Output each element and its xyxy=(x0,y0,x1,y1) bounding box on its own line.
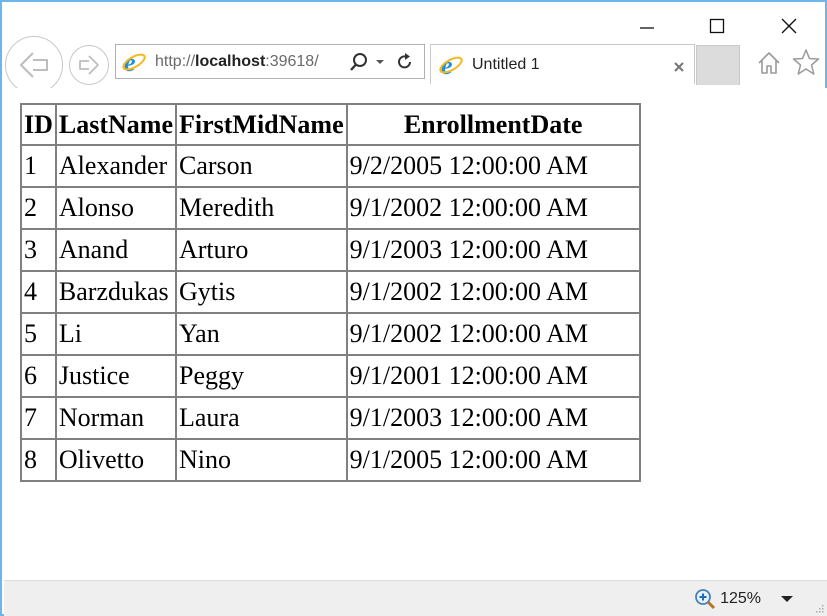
table-row: 8 Olivetto Nino 9/1/2005 12:00:00 AM xyxy=(21,439,640,481)
cell-lastname: Anand xyxy=(55,229,176,271)
refresh-icon[interactable] xyxy=(395,52,415,72)
tab-untitled-1[interactable]: e Untitled 1 xyxy=(430,44,695,84)
cell-enrollmentdate: 9/1/2005 12:00:00 AM xyxy=(346,439,640,481)
minimize-icon xyxy=(640,27,654,29)
table-row: 3 Anand Arturo 9/1/2003 12:00:00 AM xyxy=(21,229,640,271)
table-row: 5 Li Yan 9/1/2002 12:00:00 AM xyxy=(21,313,640,355)
column-header-id: ID xyxy=(21,104,56,145)
table-row: 1 Alexander Carson 9/2/2005 12:00:00 AM xyxy=(21,145,640,187)
cell-id: 8 xyxy=(21,439,56,481)
cell-lastname: Justice xyxy=(55,355,176,397)
cell-id: 4 xyxy=(21,271,56,313)
column-header-firstmidname: FirstMidName xyxy=(176,104,347,145)
zoom-dropdown-icon[interactable] xyxy=(781,596,793,602)
cell-enrollmentdate: 9/2/2005 12:00:00 AM xyxy=(346,145,640,187)
forward-arrow-icon xyxy=(79,55,99,75)
url-protocol: http:// xyxy=(155,52,196,70)
maximize-button[interactable] xyxy=(702,12,732,40)
cell-id: 1 xyxy=(21,145,56,187)
new-tab-button[interactable] xyxy=(696,45,740,85)
zoom-level: 125% xyxy=(720,590,761,607)
cell-enrollmentdate: 9/1/2002 12:00:00 AM xyxy=(346,271,640,313)
column-header-lastname: LastName xyxy=(55,104,176,145)
cell-enrollmentdate: 9/1/2003 12:00:00 AM xyxy=(346,397,640,439)
cell-enrollmentdate: 9/1/2002 12:00:00 AM xyxy=(346,313,640,355)
star-icon[interactable] xyxy=(792,48,820,76)
cell-enrollmentdate: 9/1/2003 12:00:00 AM xyxy=(346,229,640,271)
url-text[interactable]: http://localhost:39618/ xyxy=(155,53,345,71)
cell-firstmidname: Peggy xyxy=(176,355,347,397)
cell-lastname: Norman xyxy=(55,397,176,439)
cell-firstmidname: Meredith xyxy=(176,187,347,229)
table-row: 6 Justice Peggy 9/1/2001 12:00:00 AM xyxy=(21,355,640,397)
cell-firstmidname: Yan xyxy=(176,313,347,355)
cell-lastname: Alexander xyxy=(55,145,176,187)
url-host: localhost xyxy=(195,52,266,70)
cell-firstmidname: Carson xyxy=(176,145,347,187)
cell-lastname: Alonso xyxy=(55,187,176,229)
close-window-button[interactable] xyxy=(774,12,804,40)
zoom-control[interactable]: 125% xyxy=(694,588,761,610)
ie-logo-icon: e xyxy=(122,49,146,75)
address-bar[interactable]: e http://localhost:39618/ xyxy=(115,44,425,79)
cell-id: 6 xyxy=(21,355,56,397)
cell-enrollmentdate: 9/1/2002 12:00:00 AM xyxy=(346,187,640,229)
ie-logo-icon: e xyxy=(439,52,463,78)
cell-lastname: Barzdukas xyxy=(55,271,176,313)
cell-id: 7 xyxy=(21,397,56,439)
back-button[interactable] xyxy=(5,36,63,94)
forward-button[interactable] xyxy=(69,45,109,85)
table-row: 2 Alonso Meredith 9/1/2002 12:00:00 AM xyxy=(21,187,640,229)
cell-firstmidname: Nino xyxy=(176,439,347,481)
resize-grip-icon[interactable] xyxy=(814,603,824,613)
search-icon[interactable] xyxy=(349,52,369,72)
browser-window: e http://localhost:39618/ e Untitled 1 I… xyxy=(0,0,827,616)
status-bar: 125% xyxy=(4,580,827,616)
cell-id: 3 xyxy=(21,229,56,271)
home-icon[interactable] xyxy=(756,50,782,76)
url-rest: :39618/ xyxy=(265,52,319,70)
close-icon xyxy=(781,18,797,34)
cell-lastname: Li xyxy=(55,313,176,355)
cell-lastname: Olivetto xyxy=(55,439,176,481)
table-row: 7 Norman Laura 9/1/2003 12:00:00 AM xyxy=(21,397,640,439)
table-header-row: ID LastName FirstMidName EnrollmentDate xyxy=(21,104,640,145)
tab-title: Untitled 1 xyxy=(472,55,540,73)
page-content: ID LastName FirstMidName EnrollmentDate … xyxy=(4,88,827,580)
cell-enrollmentdate: 9/1/2001 12:00:00 AM xyxy=(346,355,640,397)
students-table: ID LastName FirstMidName EnrollmentDate … xyxy=(20,103,641,482)
close-tab-icon[interactable] xyxy=(672,60,686,74)
cell-id: 5 xyxy=(21,313,56,355)
table-row: 4 Barzdukas Gytis 9/1/2002 12:00:00 AM xyxy=(21,271,640,313)
minimize-button[interactable] xyxy=(632,12,662,40)
zoom-icon xyxy=(695,589,716,610)
column-header-enrollmentdate: EnrollmentDate xyxy=(346,104,640,145)
cell-id: 2 xyxy=(21,187,56,229)
cell-firstmidname: Gytis xyxy=(176,271,347,313)
cell-firstmidname: Arturo xyxy=(176,229,347,271)
chevron-down-icon[interactable] xyxy=(373,55,387,69)
back-arrow-icon xyxy=(20,52,48,78)
maximize-icon xyxy=(709,18,725,34)
cell-firstmidname: Laura xyxy=(176,397,347,439)
